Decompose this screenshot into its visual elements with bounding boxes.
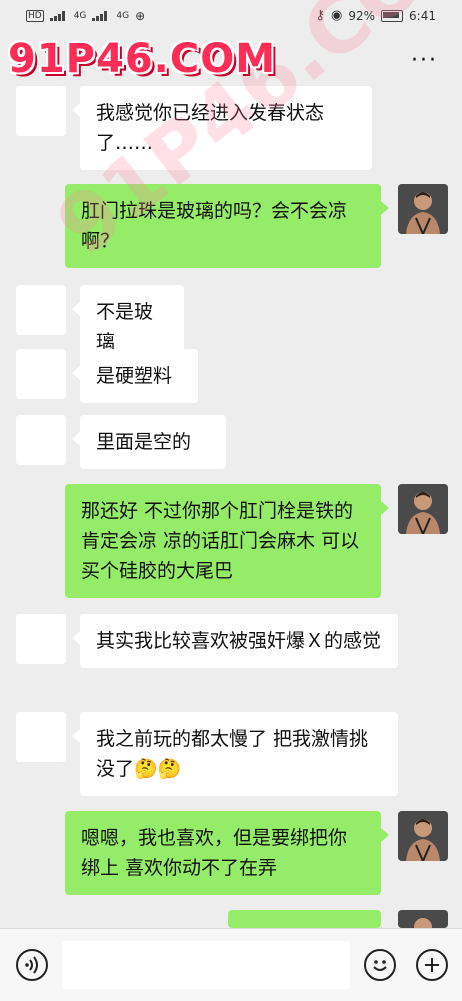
contact-avatar[interactable] [16, 614, 66, 664]
contact-avatar[interactable] [16, 86, 66, 136]
message-bubble[interactable]: 嗯嗯，我也喜欢，但是要绑把你绑上 喜欢你动不了在弄 [65, 811, 389, 895]
my-avatar[interactable] [398, 184, 448, 234]
input-bar [0, 928, 462, 1001]
my-avatar[interactable] [398, 910, 448, 928]
person-avatar-icon [398, 484, 448, 534]
message-bubble[interactable]: 那还好 不过你那个肛门栓是铁的 肯定会凉 凉的话肛门会麻木 可以买个硅胶的大尾巴 [65, 484, 389, 598]
person-avatar-icon [398, 910, 448, 928]
contact-avatar[interactable] [16, 415, 66, 465]
contact-avatar[interactable] [16, 712, 66, 762]
message-bubble[interactable] [228, 910, 389, 941]
contact-avatar[interactable] [16, 349, 66, 399]
globe-icon: ⊕ [135, 9, 146, 23]
emoji-icon[interactable] [364, 949, 396, 981]
message-bubble[interactable]: 我之前玩的都太慢了 把我激情挑没了🤔🤔 [72, 712, 398, 796]
network-label: 4G [73, 11, 87, 21]
message-bubble[interactable]: 其实我比较喜欢被强奸爆Ｘ的感觉 [72, 614, 398, 668]
voice-icon[interactable] [16, 949, 48, 981]
watermark-logo: 91P46.COM [8, 36, 277, 82]
person-avatar-icon [398, 184, 448, 234]
contact-avatar[interactable] [16, 285, 66, 335]
message-bubble[interactable]: 里面是空的 [72, 415, 226, 469]
hd-badge: HD [26, 10, 44, 22]
more-options-icon[interactable]: ··· [411, 48, 438, 73]
plus-icon[interactable] [416, 949, 448, 981]
signal-icon [49, 11, 68, 21]
message-input[interactable] [62, 941, 350, 989]
network-label-2: 4G [116, 11, 130, 21]
message-bubble[interactable]: 是硬塑料 [72, 349, 198, 403]
signal-icon-2 [92, 11, 110, 21]
person-avatar-icon [398, 811, 448, 861]
my-avatar[interactable] [398, 811, 448, 861]
my-avatar[interactable] [398, 484, 448, 534]
